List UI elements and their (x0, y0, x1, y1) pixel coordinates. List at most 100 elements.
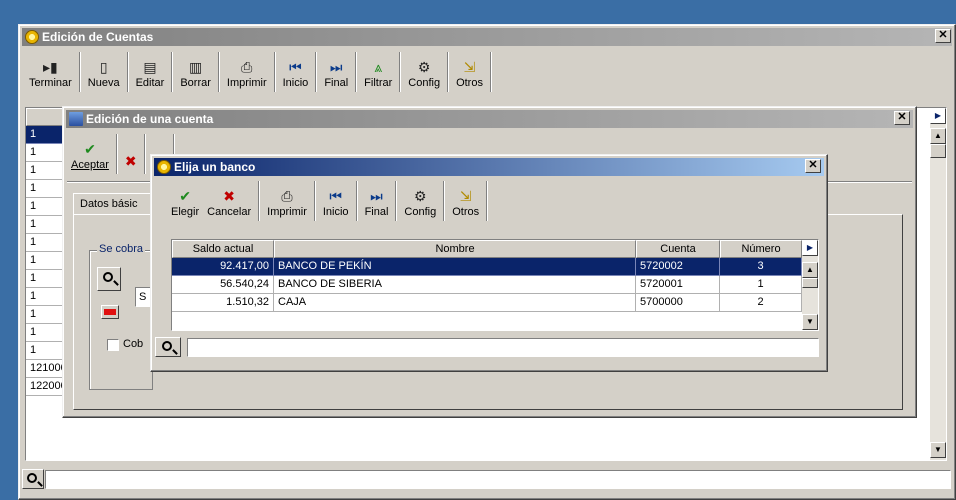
trash-icon: ▥ (189, 59, 203, 75)
toolbar-label: Elegir (171, 206, 200, 218)
search-icon (162, 341, 172, 351)
toolbar-label: Nueva (87, 77, 120, 89)
bank-toolbar: ✔ Elegir ✖ Cancelar ⎙ Imprimir ⏮ Inicio ⏭ Final ⚙ C… (167, 180, 491, 222)
account-close-button[interactable]: ✕ (894, 111, 910, 125)
account-aceptar-button[interactable]: ✔ Aceptar (67, 133, 113, 175)
bank-config-button[interactable]: ⚙ Config (400, 180, 440, 222)
bank-column-chooser-button[interactable]: ▶ (802, 240, 818, 256)
search-icon (103, 272, 113, 282)
main-filtrar-button[interactable]: ⩓ Filtrar (360, 51, 396, 93)
cancel-x-icon: ✖ (223, 188, 235, 204)
col-cuenta[interactable]: Cuenta (636, 240, 720, 258)
toolbar-label: Inicio (282, 77, 309, 89)
main-search-button[interactable] (22, 469, 44, 489)
bank-scroll-thumb[interactable] (802, 278, 818, 288)
toolbar-label: Borrar (180, 77, 211, 89)
toolbar-separator (447, 52, 450, 92)
bank-cancelar-button[interactable]: ✖ Cancelar (203, 180, 255, 222)
search-icon (27, 473, 37, 483)
main-config-button[interactable]: ⚙ Config (404, 51, 444, 93)
bank-dialog-close-button[interactable]: ✕ (805, 159, 821, 173)
account-button-1-button[interactable]: ✖ (121, 133, 141, 175)
bank-dialog-title: Elija un banco (174, 160, 256, 174)
toolbar-label: Otros (452, 206, 480, 218)
tab-datos-basicos[interactable]: Datos básic (73, 193, 157, 215)
app-icon (157, 160, 171, 174)
form-icon (69, 112, 83, 126)
main-search-input[interactable] (45, 470, 951, 489)
toolbar-separator (355, 52, 358, 92)
account-window-titlebar[interactable]: Edición de una cuenta (66, 110, 913, 128)
bank-grid-rows: 92.417,00 BANCO DE PEKÍN 5720002 3 56.540,24… (172, 258, 802, 330)
account-window-title: Edición de una cuenta (86, 112, 214, 126)
last-record-icon: ⏭ (370, 188, 383, 204)
main-inicio-button[interactable]: ⏮ Inicio (279, 51, 313, 93)
group-label: Se cobra (97, 243, 146, 255)
first-record-icon: ⏮ (329, 188, 343, 204)
bank-row[interactable]: 92.417,00 BANCO DE PEKÍN 5720002 3 (172, 258, 802, 276)
accounts-grid-scrollbar[interactable]: ▶ ▲ ▼ (930, 108, 946, 460)
others-icon: ⇲ (463, 59, 476, 75)
checkmark-icon: ✔ (179, 188, 191, 204)
main-otros-button[interactable]: ⇲ Otros (452, 51, 487, 93)
bank-scroll-up-button[interactable]: ▲ (802, 262, 818, 278)
main-window-titlebar[interactable]: Edición de Cuentas (22, 28, 952, 46)
clear-field-button[interactable] (101, 305, 119, 319)
main-nueva-button[interactable]: ▯ Nueva (84, 51, 124, 93)
bank-imprimir-button[interactable]: ⎙ Imprimir (263, 180, 311, 222)
main-close-button[interactable]: ✕ (935, 29, 951, 43)
cuenta-cell: 5700000 (636, 294, 720, 312)
grid-column-chooser-button[interactable]: ▶ (930, 108, 946, 124)
numero-cell: 1 (720, 276, 802, 294)
toolbar-label: Aceptar (71, 159, 109, 171)
checkmark-icon: ✔ (84, 141, 96, 157)
main-editar-button[interactable]: ▤ Editar (132, 51, 169, 93)
main-borrar-button[interactable]: ▥ Borrar (176, 51, 215, 93)
config-icon: ⚙ (414, 188, 427, 204)
bank-search-input[interactable] (187, 338, 819, 357)
bank-inicio-button[interactable]: ⏮ Inicio (319, 180, 353, 222)
bank-elegir-button[interactable]: ✔ Elegir (167, 180, 203, 222)
toolbar-label: Editar (135, 77, 165, 89)
last-record-icon: ⏭ (329, 59, 343, 75)
numero-cell: 2 (720, 294, 802, 312)
toolbar-separator (171, 52, 174, 92)
toolbar-separator (395, 181, 398, 221)
bank-search-button[interactable] (155, 337, 181, 357)
numero-cell: 3 (720, 258, 802, 276)
nombre-cell: BANCO DE SIBERIA (274, 276, 636, 294)
main-terminar-button[interactable]: ▸▮ Terminar (25, 51, 76, 93)
checkbox-cobra[interactable] (107, 339, 119, 351)
app-icon (25, 30, 39, 44)
toolbar-separator (355, 181, 358, 221)
scroll-up-button[interactable]: ▲ (930, 128, 946, 144)
toolbar-separator (143, 134, 146, 174)
scroll-down-button[interactable]: ▼ (930, 442, 946, 458)
toolbar-label: Terminar (29, 77, 72, 89)
saldo-cell: 56.540,24 (172, 276, 274, 294)
config-icon: ⚙ (417, 59, 431, 75)
first-record-icon: ⏮ (289, 59, 302, 75)
toolbar-label: Imprimir (267, 206, 307, 218)
toolbar-separator (489, 52, 492, 92)
bank-lookup-button[interactable] (97, 267, 121, 291)
bank-row[interactable]: 56.540,24 BANCO DE SIBERIA 5720001 1 (172, 276, 802, 294)
bank-row[interactable]: 1.510,32 CAJA 5700000 2 (172, 294, 802, 312)
col-nombre[interactable]: Nombre (274, 240, 636, 258)
main-final-button[interactable]: ⏭ Final (320, 51, 352, 93)
toolbar-label: Otros (456, 77, 483, 89)
scroll-thumb[interactable] (930, 144, 946, 158)
main-imprimir-button[interactable]: ⎙ Imprimir (223, 51, 271, 93)
main-toolbar: ▸▮ Terminar ▯ Nueva ▤ Editar ▥ Borrar ⎙ Imprimir ⏮… (25, 51, 495, 93)
col-numero[interactable]: Número (720, 240, 802, 258)
main-window-title: Edición de Cuentas (42, 30, 154, 44)
toolbar-separator (273, 52, 276, 92)
bank-dialog-titlebar[interactable]: Elija un banco (154, 158, 824, 176)
bank-final-button[interactable]: ⏭ Final (361, 180, 393, 222)
tab-label: Datos básic (80, 198, 138, 210)
bank-scroll-down-button[interactable]: ▼ (802, 314, 818, 330)
col-saldo-actual[interactable]: Saldo actual (172, 240, 274, 258)
bank-otros-button[interactable]: ⇲ Otros (448, 180, 483, 222)
bank-grid-scrollbar[interactable]: ▶ ▲ ▼ (802, 240, 818, 330)
cuenta-cell: 5720002 (636, 258, 720, 276)
